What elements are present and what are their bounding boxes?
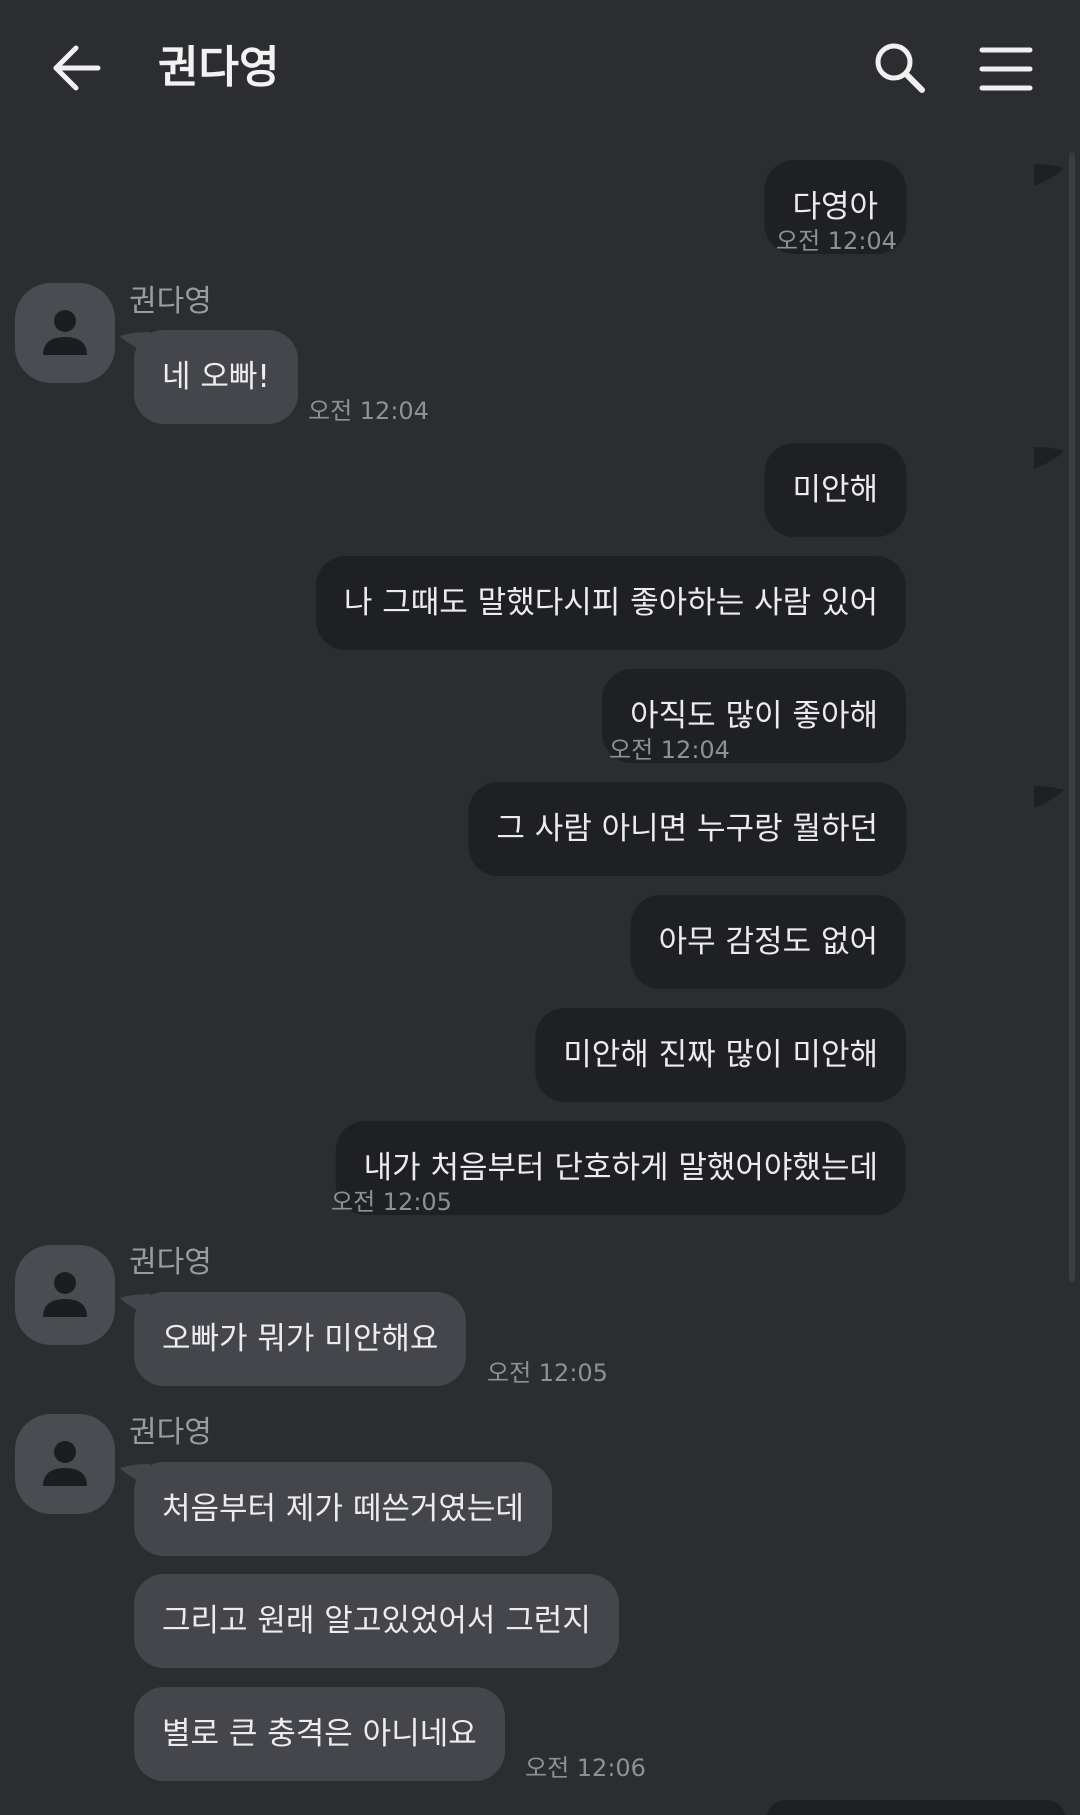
their-message-bubble[interactable]: 오빠가 뭐가 미안해요 — [134, 1292, 467, 1386]
sender-name: 권다영 — [129, 1245, 212, 1280]
my-message-bubble[interactable]: 나 그때도 말했다시피 좋아하는 사람 있어 — [315, 556, 906, 650]
bubble-tail — [1034, 164, 1064, 186]
message-text: 네 오빠! — [162, 359, 270, 395]
their-message-bubble[interactable]: 그리고 원래 알고있었어서 그런지 — [134, 1574, 619, 1668]
message-text: 다영아 — [792, 189, 878, 225]
person-icon — [43, 1272, 87, 1317]
my-message-bubble[interactable]: 미안해 진짜 많이 미안해 — [535, 1008, 906, 1102]
arrow-left-icon — [53, 45, 101, 91]
message-timestamp: 오전 12:04 — [776, 227, 897, 255]
message-text: 내가 처음부터 단호하게 말했어야했는데 — [363, 1150, 878, 1186]
back-button[interactable] — [48, 38, 108, 98]
message-text: 그리고 원래 알고있었어서 그런지 — [162, 1603, 591, 1639]
message-timestamp: 오전 12:04 — [308, 397, 429, 425]
message-timestamp: 오전 12:05 — [487, 1359, 608, 1387]
scrollbar[interactable] — [1069, 152, 1075, 1282]
message-text: 처음부터 제가 떼쓴거였는데 — [162, 1491, 524, 1527]
message-timestamp: 오전 12:04 — [609, 736, 730, 764]
message-timestamp: 오전 12:06 — [525, 1754, 646, 1782]
message-text: 오빠가 뭐가 미안해요 — [162, 1321, 439, 1357]
chat-header: 권다영 — [0, 0, 1080, 135]
message-text: 그 사람 아니면 누구랑 뭘하던 — [496, 811, 878, 847]
search-button[interactable] — [872, 40, 928, 96]
hamburger-menu-icon — [979, 47, 1033, 91]
avatar[interactable] — [15, 283, 115, 383]
message-text: 아직도 많이 좋아해 — [630, 698, 878, 734]
message-timestamp: 오전 12:05 — [331, 1188, 452, 1216]
person-icon — [43, 310, 87, 355]
person-icon — [43, 1441, 87, 1486]
their-message-bubble[interactable]: 별로 큰 충격은 아니네요 — [134, 1687, 505, 1781]
message-text: 나 그때도 말했다시피 좋아하는 사람 있어 — [343, 585, 878, 621]
message-text: 미안해 — [792, 472, 878, 508]
my-message-bubble[interactable]: 아무 감정도 없어 — [630, 895, 906, 989]
their-message-bubble[interactable]: 네 오빠! — [134, 330, 298, 424]
bubble-tail — [1034, 447, 1064, 469]
avatar[interactable] — [15, 1414, 115, 1514]
message-text: 아무 감정도 없어 — [658, 924, 878, 960]
message-text: 미안해 진짜 많이 미안해 — [563, 1037, 878, 1073]
search-icon — [875, 43, 925, 93]
my-message-bubble[interactable]: 미안해 — [764, 443, 906, 537]
message-text: 별로 큰 충격은 아니네요 — [162, 1716, 477, 1752]
page-title: 권다영 — [158, 42, 280, 93]
avatar[interactable] — [15, 1245, 115, 1345]
sender-name: 권다영 — [129, 1415, 212, 1450]
their-message-bubble[interactable]: 처음부터 제가 떼쓴거였는데 — [134, 1462, 552, 1556]
sender-name: 권다영 — [129, 284, 212, 319]
my-message-bubble-partial[interactable] — [766, 1800, 1066, 1815]
chat-screen: 권다영 다영아 오전 12:04 권다영 네 오빠! 오전 12:04 미안해 … — [0, 0, 1080, 1815]
my-message-bubble[interactable]: 그 사람 아니면 누구랑 뭘하던 — [468, 782, 906, 876]
menu-button[interactable] — [978, 44, 1034, 94]
bubble-tail — [1034, 786, 1064, 808]
